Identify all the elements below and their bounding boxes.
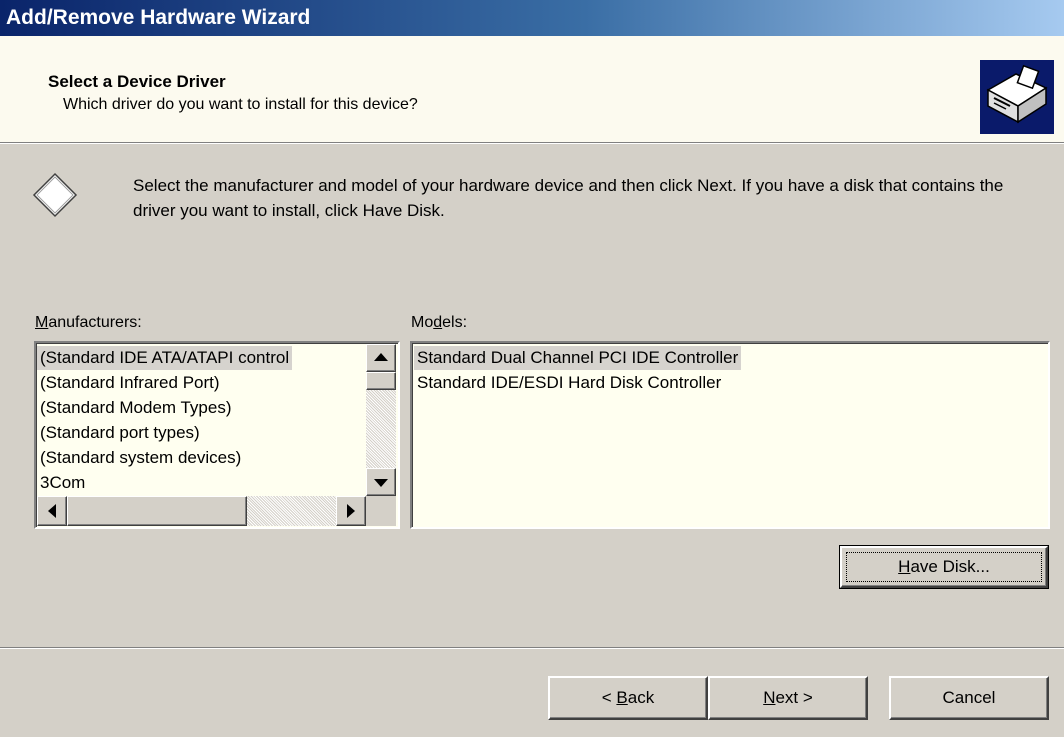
- wizard-header: Select a Device Driver Which driver do y…: [0, 36, 1064, 143]
- list-item[interactable]: 3Com: [37, 471, 88, 495]
- scroll-right-button[interactable]: [336, 496, 366, 526]
- header-divider: [0, 143, 1064, 144]
- arrow-down-icon: [374, 479, 388, 487]
- manufacturers-label-text: anufacturers:: [48, 314, 142, 331]
- scroll-up-button[interactable]: [366, 344, 396, 372]
- horizontal-scroll-thumb[interactable]: [67, 496, 247, 526]
- scroll-left-button[interactable]: [37, 496, 67, 526]
- manufacturers-listbox[interactable]: (Standard IDE ATA/ATAPI control (Standar…: [34, 341, 400, 529]
- arrow-up-icon: [374, 353, 388, 361]
- instructions-text: Select the manufacturer and model of you…: [133, 176, 1004, 220]
- arrow-right-icon: [347, 504, 355, 518]
- back-label: ack: [627, 688, 655, 707]
- hardware-wizard-icon: [980, 60, 1054, 134]
- list-item[interactable]: (Standard system devices): [37, 446, 244, 470]
- list-item[interactable]: Standard Dual Channel PCI IDE Controller: [414, 346, 742, 370]
- horizontal-scrollbar[interactable]: [37, 496, 366, 526]
- back-accelerator: B: [616, 688, 628, 707]
- manufacturers-label-accelerator: M: [35, 314, 49, 331]
- have-disk-button[interactable]: Have Disk...: [839, 545, 1049, 589]
- page-subtitle: Which driver do you want to install for …: [63, 96, 418, 113]
- manufacturers-label: Manufacturers:: [35, 314, 142, 332]
- list-item[interactable]: (Standard IDE ATA/ATAPI control: [37, 346, 293, 370]
- list-item[interactable]: (Standard Modem Types): [37, 396, 235, 420]
- models-label-end: els:: [442, 314, 468, 331]
- models-listbox[interactable]: Standard Dual Channel PCI IDE Controller…: [410, 341, 1050, 529]
- next-accelerator: N: [763, 688, 776, 707]
- next-label: ext >: [775, 688, 813, 707]
- list-item[interactable]: Standard IDE/ESDI Hard Disk Controller: [414, 371, 724, 395]
- cancel-label: Cancel: [942, 688, 996, 707]
- models-label-accelerator: d: [433, 314, 443, 331]
- arrow-left-icon: [48, 504, 56, 518]
- back-button[interactable]: < Back: [548, 676, 708, 720]
- window-titlebar[interactable]: Add/Remove Hardware Wizard: [0, 0, 1064, 36]
- diamond-icon: [32, 172, 78, 218]
- focus-rectangle: [846, 552, 1042, 582]
- list-item[interactable]: (Standard port types): [37, 421, 203, 445]
- models-label-start: Mo: [411, 314, 434, 331]
- footer-separator: [0, 647, 1064, 649]
- next-button[interactable]: Next >: [708, 676, 868, 720]
- cancel-button[interactable]: Cancel: [889, 676, 1049, 720]
- models-label: Models:: [411, 314, 467, 332]
- window-title: Add/Remove Hardware Wizard: [6, 6, 311, 29]
- vertical-scrollbar[interactable]: [366, 344, 396, 496]
- scrollbar-corner: [366, 496, 396, 526]
- scroll-thumb[interactable]: [366, 372, 396, 390]
- page-title: Select a Device Driver: [48, 72, 226, 91]
- scroll-down-button[interactable]: [366, 468, 396, 496]
- list-item[interactable]: (Standard Infrared Port): [37, 371, 223, 395]
- back-arrow: <: [601, 688, 617, 707]
